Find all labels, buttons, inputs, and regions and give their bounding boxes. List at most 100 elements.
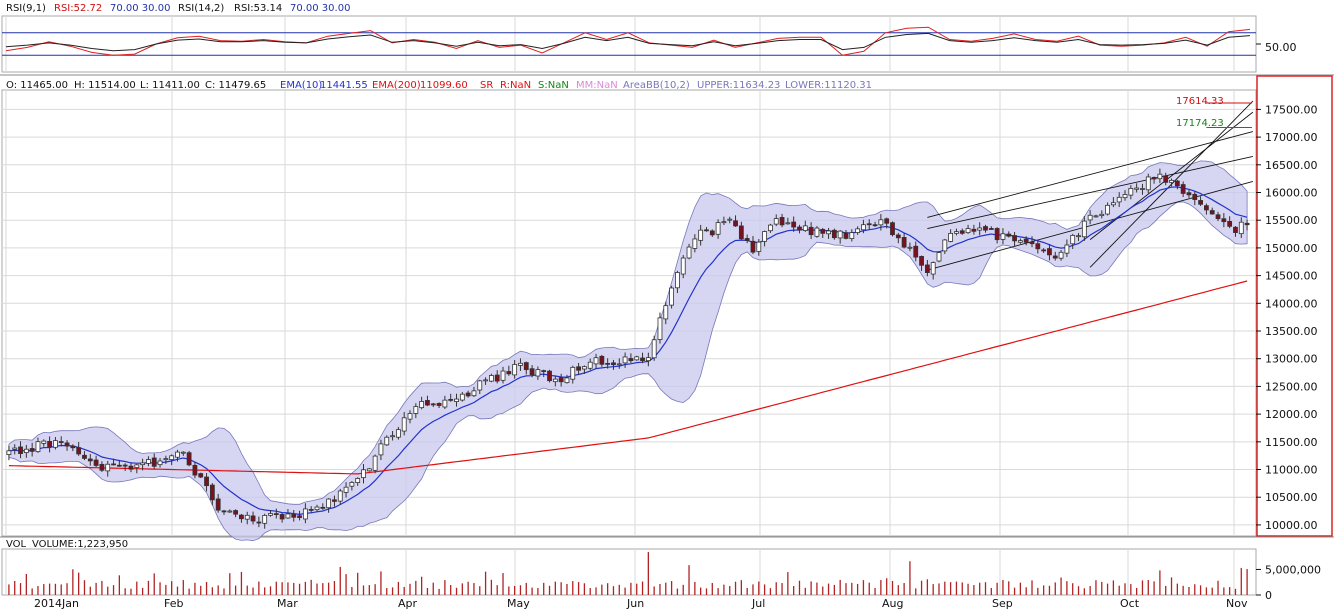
high-value: H: 11514.00 [74, 80, 136, 91]
candle-body [797, 226, 802, 231]
candle-body [146, 459, 151, 464]
candle-body [320, 506, 326, 509]
candle-body [355, 478, 361, 484]
candle-body [1087, 214, 1093, 221]
candle-body [680, 257, 686, 275]
price-tick-label: 15500.00 [1265, 214, 1318, 227]
candle-body [314, 506, 320, 511]
candle-body [343, 486, 349, 493]
candle-body [738, 225, 744, 240]
candle-body [128, 465, 134, 470]
price-tick-label: 10000.00 [1265, 519, 1318, 532]
candle-body [239, 514, 244, 520]
candle-body [35, 441, 41, 452]
candle-body [994, 228, 1000, 241]
candle-body [808, 226, 814, 236]
rsi-panel-frame [1, 15, 1257, 73]
price-tick-label: 12500.00 [1265, 380, 1318, 393]
candle-body [204, 476, 209, 487]
volume-tick-label: 5,000,000 [1265, 563, 1321, 576]
candle-body [192, 464, 198, 476]
candle-body [12, 447, 18, 450]
candle-body [698, 229, 704, 241]
candle-body [1238, 221, 1244, 235]
candle-body [186, 452, 192, 466]
candle-body [1198, 200, 1203, 205]
candle-body [971, 228, 977, 232]
candle-body [349, 482, 355, 487]
candle-body [326, 498, 332, 509]
candle-body [744, 238, 750, 242]
candle-body [564, 377, 570, 384]
candle-body [779, 217, 785, 226]
chart-canvas: 5,000,000 0 10000.00 10500.00 11000.00 11500… [0, 3, 1334, 610]
candle-body [750, 240, 756, 253]
candle-body [465, 392, 471, 397]
price-tick-label: 14500.00 [1265, 270, 1318, 283]
month-label: Sep [992, 597, 1013, 610]
candle-body [1017, 240, 1023, 243]
candle-body [291, 513, 297, 518]
candle-body [611, 362, 616, 366]
candle-body [872, 224, 878, 227]
volume-panel-frame [1, 548, 1257, 596]
candle-body [361, 469, 366, 479]
candle-body [471, 390, 477, 397]
candle-body [855, 228, 861, 233]
candle-body [1163, 175, 1169, 183]
candle-body [395, 429, 401, 438]
candle-body [1174, 180, 1180, 187]
candle-body [215, 498, 221, 511]
candle-body [1029, 241, 1035, 245]
candle-body [1070, 235, 1076, 245]
candle-body [500, 370, 506, 381]
candle-body [866, 223, 872, 226]
candle-body [669, 287, 674, 306]
candle-body [29, 448, 35, 452]
candle-body [436, 403, 442, 406]
candle-body [99, 463, 105, 471]
candle-body [1023, 238, 1029, 243]
candle-body [547, 370, 552, 382]
candle-body [512, 364, 518, 376]
candle-body [366, 468, 372, 472]
rsi-series [2, 26, 1261, 56]
candle-body [977, 227, 983, 231]
price-tick-label: 13500.00 [1265, 325, 1318, 338]
candle-body [23, 448, 29, 453]
candle-body [157, 460, 163, 466]
month-label: Oct [1120, 597, 1140, 610]
candle-body [337, 490, 343, 502]
month-label: Nov [1226, 597, 1248, 610]
candle-body [41, 440, 47, 444]
candle-body [861, 224, 866, 231]
candle-body [384, 436, 390, 446]
candle-body [372, 455, 378, 471]
rsi9-value: RSI:52.72 [54, 3, 102, 14]
candle-body [262, 515, 268, 524]
candle-body [1000, 233, 1006, 240]
price-tick-label: 15000.00 [1265, 242, 1318, 255]
candle-body [256, 521, 262, 524]
candle-body [645, 357, 651, 362]
high-marker-label: 17614.33 [1176, 96, 1224, 107]
price-tick-label: 10500.00 [1265, 491, 1318, 504]
candle-body [454, 398, 459, 403]
lower-band-value: LOWER:11120.31 [785, 80, 872, 91]
stock-chart-window: { "rsi_panel": { "label": "RSI(9,1)", "r… [0, 0, 1334, 612]
candle-body [599, 355, 605, 365]
candle-body [209, 484, 215, 501]
candle-body [419, 401, 425, 409]
candle-body [890, 222, 895, 236]
bollinger-band [8, 160, 1248, 542]
candle-body [936, 252, 942, 262]
candle-body [488, 375, 494, 382]
candle-body [134, 464, 140, 468]
candle-body [919, 256, 924, 266]
candle-body [715, 222, 721, 235]
candle-body [297, 515, 302, 518]
candle-body [308, 509, 314, 511]
candle-body [878, 219, 884, 226]
candle-body [58, 441, 64, 443]
candle-body [675, 272, 680, 289]
